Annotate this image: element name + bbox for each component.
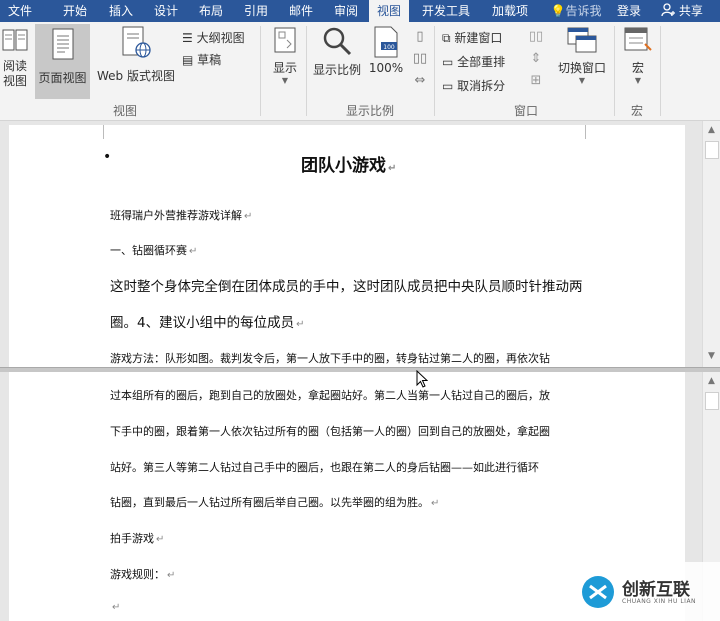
paragraph[interactable]: 站好。第三人等第二人钻过自己手中的圈后，也跟在第二人的身后钻圈——如此进行循环 xyxy=(110,459,539,475)
tab-view[interactable]: 视图 xyxy=(369,0,409,22)
paragraph[interactable]: 游戏规则： ↵ xyxy=(110,566,175,582)
read-mode-button[interactable]: 阅读 视图 xyxy=(0,26,30,89)
tab-insert[interactable]: 插入 xyxy=(100,0,142,22)
document-page[interactable]: • 团队小游戏 ↵ 班得瑞户外营推荐游戏详解 ↵ 一、钻圈循环赛 ↵ 这时整个身体完全… xyxy=(9,125,685,367)
tab-developer[interactable]: 开发工具 xyxy=(415,0,477,22)
draft-icon: ▤ xyxy=(182,53,194,67)
side-by-side-icon[interactable]: ▯▯ xyxy=(524,26,548,48)
paragraph[interactable]: 下手中的圈，跟着第一人依次钻过所有的圈（包括第一人的圈）回到自己的放圈处，拿起圈 xyxy=(110,423,550,439)
arrange-all-button[interactable]: ▭ 全部重排 xyxy=(442,52,505,72)
tab-design[interactable]: 设计 xyxy=(145,0,187,22)
page-100-icon: 100 xyxy=(374,26,398,58)
zoom-group-label: 显示比例 xyxy=(345,104,394,118)
remove-split-button[interactable]: ▭ 取消拆分 xyxy=(442,76,505,96)
separator xyxy=(260,26,261,116)
vertical-scrollbar-top[interactable]: ▲ ▼ xyxy=(702,121,720,367)
lightbulb-icon: 💡 xyxy=(550,4,566,18)
person-icon xyxy=(661,3,679,18)
scroll-up-arrow[interactable]: ▲ xyxy=(703,374,720,388)
switch-windows-button[interactable]: 切换窗口 ▼ xyxy=(552,26,612,85)
paragraph[interactable]: 过本组所有的圈后，跑到自己的放圈处，拿起圈站好。第二人当第一人钻过自己的圈后，放 xyxy=(110,387,550,403)
signin-button[interactable]: 登录 xyxy=(612,0,646,22)
split-icon: ▭ xyxy=(442,79,454,93)
bullet-mark: • xyxy=(103,149,112,165)
tab-layout[interactable]: 布局 xyxy=(190,0,232,22)
switch-windows-icon xyxy=(567,27,597,53)
ribbon: 阅读 视图 页面视图 Web 版式视图 ☰ 大纲视图 ▤ 草稿 视图 显示 ▼ … xyxy=(0,22,720,121)
page-icon xyxy=(52,28,73,60)
tab-addins[interactable]: 加载项 xyxy=(484,0,536,22)
ribbon-tab-bar: 文件 开始 插入 设计 布局 引用 邮件 审阅 视图 开发工具 加载项 💡告诉我… xyxy=(0,0,720,22)
web-page-icon xyxy=(122,26,151,58)
tab-review[interactable]: 审阅 xyxy=(325,0,367,22)
paragraph[interactable]: 班得瑞户外营推荐游戏详解 ↵ xyxy=(110,207,252,223)
watermark-subtitle: CHUANG XIN HU LIAN xyxy=(622,598,697,605)
macro-icon xyxy=(624,27,652,51)
scroll-up-arrow[interactable]: ▲ xyxy=(703,123,720,137)
separator xyxy=(660,26,661,116)
zoom-100-button[interactable]: 100 100% xyxy=(368,26,404,75)
mouse-cursor-icon xyxy=(416,370,428,388)
book-icon xyxy=(2,29,28,51)
paragraph[interactable]: 一、钻圈循环赛 ↵ xyxy=(110,242,197,258)
tell-me-box[interactable]: 💡告诉我 xyxy=(545,0,607,22)
paragraph[interactable]: ↵ xyxy=(110,600,120,613)
zoom-button[interactable]: 显示比例 xyxy=(309,26,365,78)
sync-scroll-icon[interactable]: ⇕ xyxy=(524,48,548,70)
paragraph[interactable]: 这时整个身体完全倒在团体成员的手中，这时团队成员把中央队员顺时针推动两 xyxy=(110,275,583,295)
window-group-label: 窗口 xyxy=(513,104,538,118)
share-button[interactable]: 共享 xyxy=(652,0,712,22)
outline-icon: ☰ xyxy=(182,31,193,45)
svg-text:100: 100 xyxy=(383,44,395,51)
separator xyxy=(434,26,435,116)
paragraph[interactable]: 钻圈，直到最后一人钻过所有圈后举自己圈。以先举圈的组为胜。 ↵ xyxy=(110,494,439,510)
tab-file[interactable]: 文件 xyxy=(0,0,40,22)
watermark: 创新互联 CHUANG XIN HU LIAN xyxy=(572,562,720,621)
web-layout-button[interactable]: Web 版式视图 xyxy=(92,26,180,84)
scroll-thumb[interactable] xyxy=(705,392,719,410)
arrange-all-icon: ▭ xyxy=(442,55,454,69)
new-window-icon: ⧉ xyxy=(442,31,451,45)
page-width-icon[interactable]: ⇔ xyxy=(408,70,432,92)
new-window-button[interactable]: ⧉ 新建窗口 xyxy=(442,28,502,48)
window-side-options[interactable]: ▯▯ ⇕ ⊞ xyxy=(524,26,548,96)
view-group-label: 视图 xyxy=(112,104,137,118)
watermark-brand: 创新互联 xyxy=(622,580,690,600)
separator xyxy=(614,26,615,116)
one-page-icon[interactable]: ▯ xyxy=(408,26,432,48)
show-icon xyxy=(274,27,296,53)
page-view-options[interactable]: ▯ ▯▯ ⇔ xyxy=(408,26,432,96)
chevron-down-icon: ▼ xyxy=(578,76,586,85)
macros-button[interactable]: 宏 ▼ xyxy=(620,26,656,85)
multiple-pages-icon[interactable]: ▯▯ xyxy=(408,48,432,70)
tab-references[interactable]: 引用 xyxy=(235,0,277,22)
draft-button[interactable]: ▤ 草稿 xyxy=(182,50,221,70)
scroll-down-arrow[interactable]: ▼ xyxy=(703,349,720,363)
margin-corner xyxy=(585,125,600,139)
chevron-down-icon: ▼ xyxy=(281,76,289,85)
scroll-thumb[interactable] xyxy=(705,141,719,159)
brand-logo-icon xyxy=(582,576,614,608)
print-layout-button[interactable]: 页面视图 xyxy=(35,24,90,99)
magnifier-icon xyxy=(323,27,352,56)
separator xyxy=(306,26,307,116)
document-pane-top: • 团队小游戏 ↵ 班得瑞户外营推荐游戏详解 ↵ 一、钻圈循环赛 ↵ 这时整个身体完全… xyxy=(0,121,720,367)
tab-home[interactable]: 开始 xyxy=(53,0,97,22)
margin-corner xyxy=(89,125,104,139)
reset-position-icon[interactable]: ⊞ xyxy=(524,70,548,92)
tab-mailings[interactable]: 邮件 xyxy=(280,0,322,22)
document-title[interactable]: 团队小游戏 ↵ xyxy=(301,151,396,176)
paragraph[interactable]: 游戏方法：队形如图。裁判发令后，第一人放下手中的圈，转身钻过第二人的圈，再依次钻 xyxy=(110,350,550,366)
paragraph[interactable]: 拍手游戏 ↵ xyxy=(110,530,164,546)
chevron-down-icon: ▼ xyxy=(634,76,642,85)
paragraph[interactable]: 圈。4、建议小组中的每位成员 ↵ xyxy=(110,311,304,331)
show-button[interactable]: 显示 ▼ xyxy=(266,26,304,85)
macros-group-label: 宏 xyxy=(630,104,643,118)
outline-button[interactable]: ☰ 大纲视图 xyxy=(182,28,245,48)
